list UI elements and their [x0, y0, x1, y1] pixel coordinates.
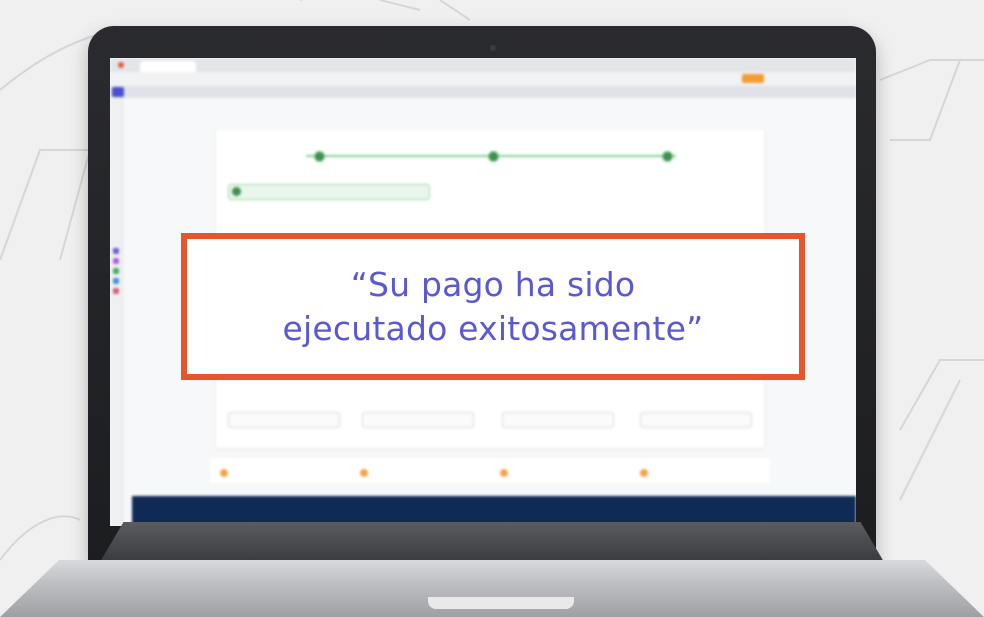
service-icon[interactable]: [220, 469, 228, 477]
callout-text-line-1: “Su pago ha sido: [350, 264, 636, 304]
laptop-keyboard: [100, 522, 884, 562]
url-text: [200, 75, 340, 82]
webcam-icon: [490, 45, 496, 51]
service-icon[interactable]: [360, 469, 368, 477]
action-button[interactable]: [502, 412, 614, 428]
payment-step-icon: [314, 151, 325, 162]
payment-step-icon: [662, 151, 673, 162]
success-banner: [228, 184, 430, 200]
action-button[interactable]: [228, 412, 340, 428]
action-button[interactable]: [362, 412, 474, 428]
service-icon[interactable]: [500, 469, 508, 477]
browser-close-icon[interactable]: [118, 62, 124, 68]
screen-footer-band: [132, 496, 856, 526]
success-check-icon: [232, 187, 241, 196]
app-nav-bar: [110, 86, 856, 98]
sidebar-icon[interactable]: [113, 278, 119, 284]
services-strip: [210, 456, 770, 483]
action-button[interactable]: [640, 412, 752, 428]
callout-text-line-2: ejecutado exitosamente”: [282, 308, 704, 348]
browser-tab[interactable]: [140, 61, 196, 72]
sidebar-icon[interactable]: [113, 248, 119, 254]
browser-tab-bar: [110, 58, 856, 72]
success-message-callout: “Su pago ha sido ejecutado exitosamente”: [181, 233, 805, 380]
app-logo: [112, 87, 124, 97]
header-action-button[interactable]: [742, 74, 764, 83]
laptop-notch: [428, 597, 574, 609]
service-icon[interactable]: [640, 469, 648, 477]
sidebar-icon[interactable]: [113, 258, 119, 264]
sidebar-icon[interactable]: [113, 268, 119, 274]
payment-step-icon: [488, 151, 499, 162]
sidebar-icon[interactable]: [113, 288, 119, 294]
sidebar: [110, 98, 123, 526]
address-bar[interactable]: [110, 72, 856, 87]
